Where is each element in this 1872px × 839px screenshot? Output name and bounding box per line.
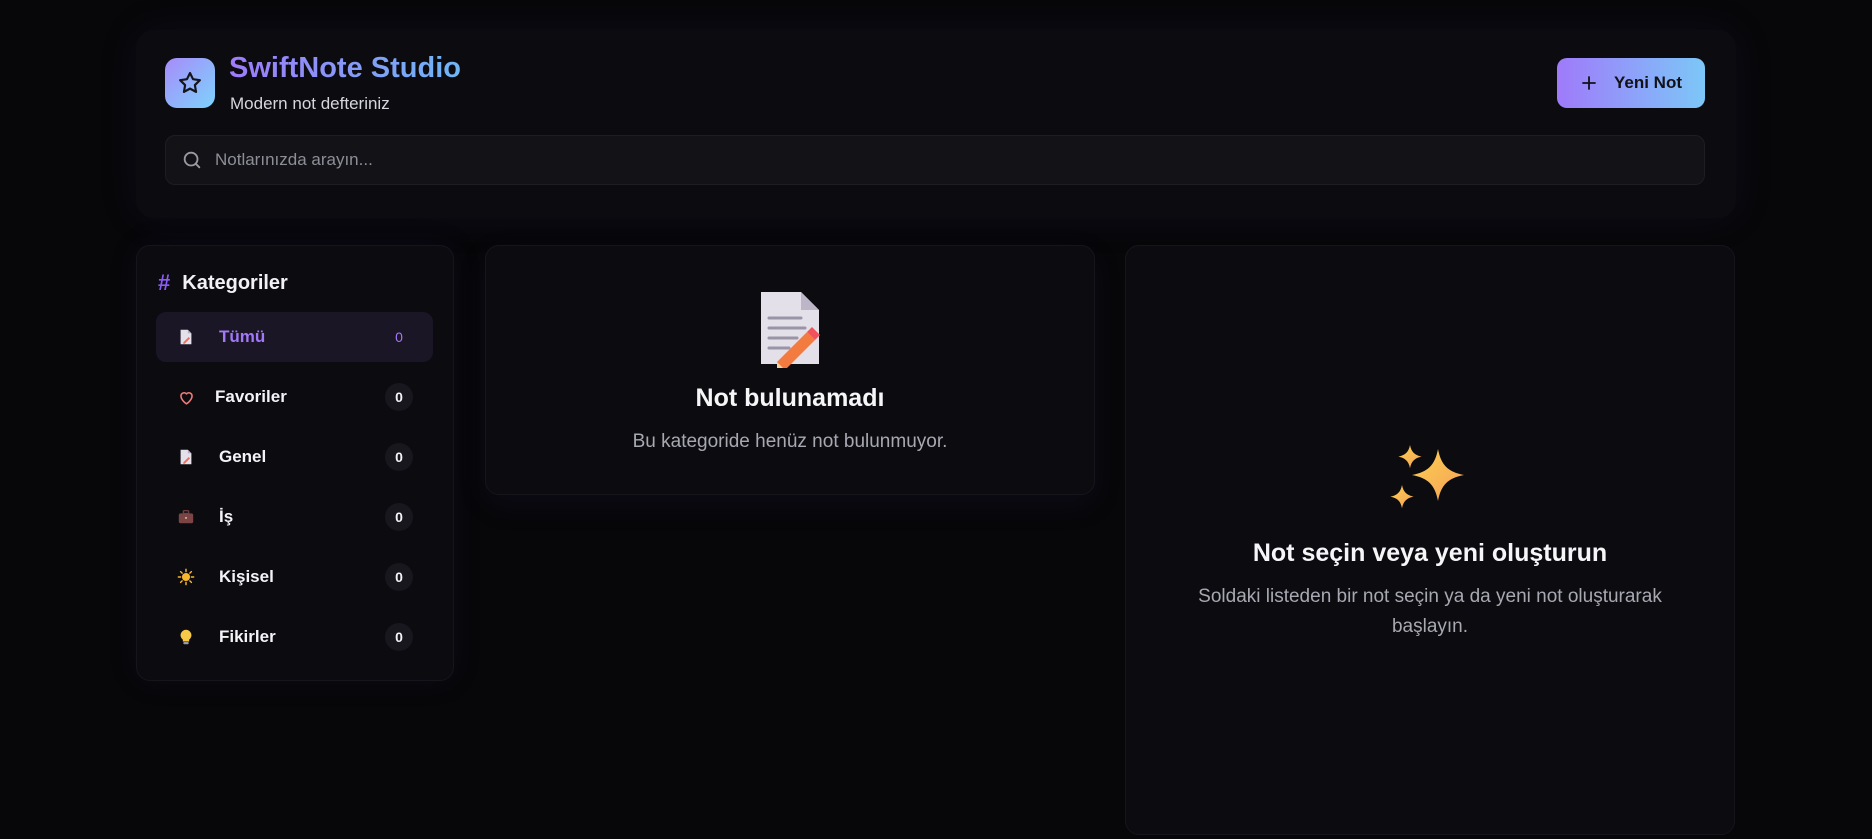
- empty-list-text: Bu kategoride henüz not bulunmuyor.: [632, 431, 948, 452]
- sidebar-heading-label: Kategoriler: [182, 271, 288, 294]
- app-subtitle: Modern not defteriniz: [230, 94, 390, 113]
- sidebar-item-label: Favoriler: [215, 387, 287, 406]
- sidebar-item-label: Tümü: [219, 327, 266, 346]
- sidebar-item-favoriler[interactable]: Favoriler 0: [156, 372, 433, 422]
- heart-icon: [176, 387, 196, 407]
- empty-detail-title: Not seçin veya yeni oluşturun: [1252, 539, 1608, 567]
- sidebar-item-label: Kişisel: [219, 567, 274, 586]
- search-bar[interactable]: [165, 135, 1705, 185]
- empty-detail-text: Soldaki listeden bir not seçin ya da yen…: [1198, 586, 1662, 637]
- memo-icon: [176, 327, 196, 347]
- app-title: SwiftNote Studio: [229, 52, 461, 84]
- sparkles-icon: [1390, 445, 1464, 509]
- empty-list-title: Not bulunamadı: [695, 384, 885, 412]
- search-icon: [181, 149, 203, 171]
- hash-icon: #: [158, 270, 171, 295]
- memo-icon: [761, 292, 820, 368]
- sidebar-item-tumu[interactable]: Tümü 0: [156, 312, 433, 362]
- sidebar-item-is[interactable]: İş 0: [156, 492, 433, 542]
- count-badge: 0: [385, 623, 413, 651]
- count-badge: 0: [385, 563, 413, 591]
- new-note-label: Yeni Not: [1613, 73, 1682, 92]
- sidebar-item-kisisel[interactable]: Kişisel 0: [156, 552, 433, 602]
- count-badge: 0: [385, 443, 413, 471]
- count-badge: 0: [395, 329, 403, 345]
- sidebar-item-label: İş: [219, 507, 234, 526]
- briefcase-icon: [176, 507, 196, 527]
- lightbulb-icon: [176, 627, 196, 647]
- sidebar-heading: # Kategoriler: [158, 270, 288, 296]
- count-badge: 0: [385, 503, 413, 531]
- memo-icon: [176, 447, 196, 467]
- new-note-button[interactable]: Yeni Not: [1557, 58, 1705, 108]
- sidebar-item-fikirler[interactable]: Fikirler 0: [156, 612, 433, 662]
- count-badge: 0: [385, 383, 413, 411]
- plus-icon: [1582, 76, 1596, 90]
- app-logo: [165, 58, 215, 108]
- note-list-panel: [485, 245, 1095, 495]
- sidebar-item-label: Fikirler: [219, 627, 276, 646]
- sun-icon: [176, 567, 196, 587]
- sidebar-item-genel[interactable]: Genel 0: [156, 432, 433, 482]
- search-input[interactable]: [215, 136, 1704, 184]
- sidebar-item-label: Genel: [219, 447, 267, 466]
- star-icon: [179, 71, 201, 93]
